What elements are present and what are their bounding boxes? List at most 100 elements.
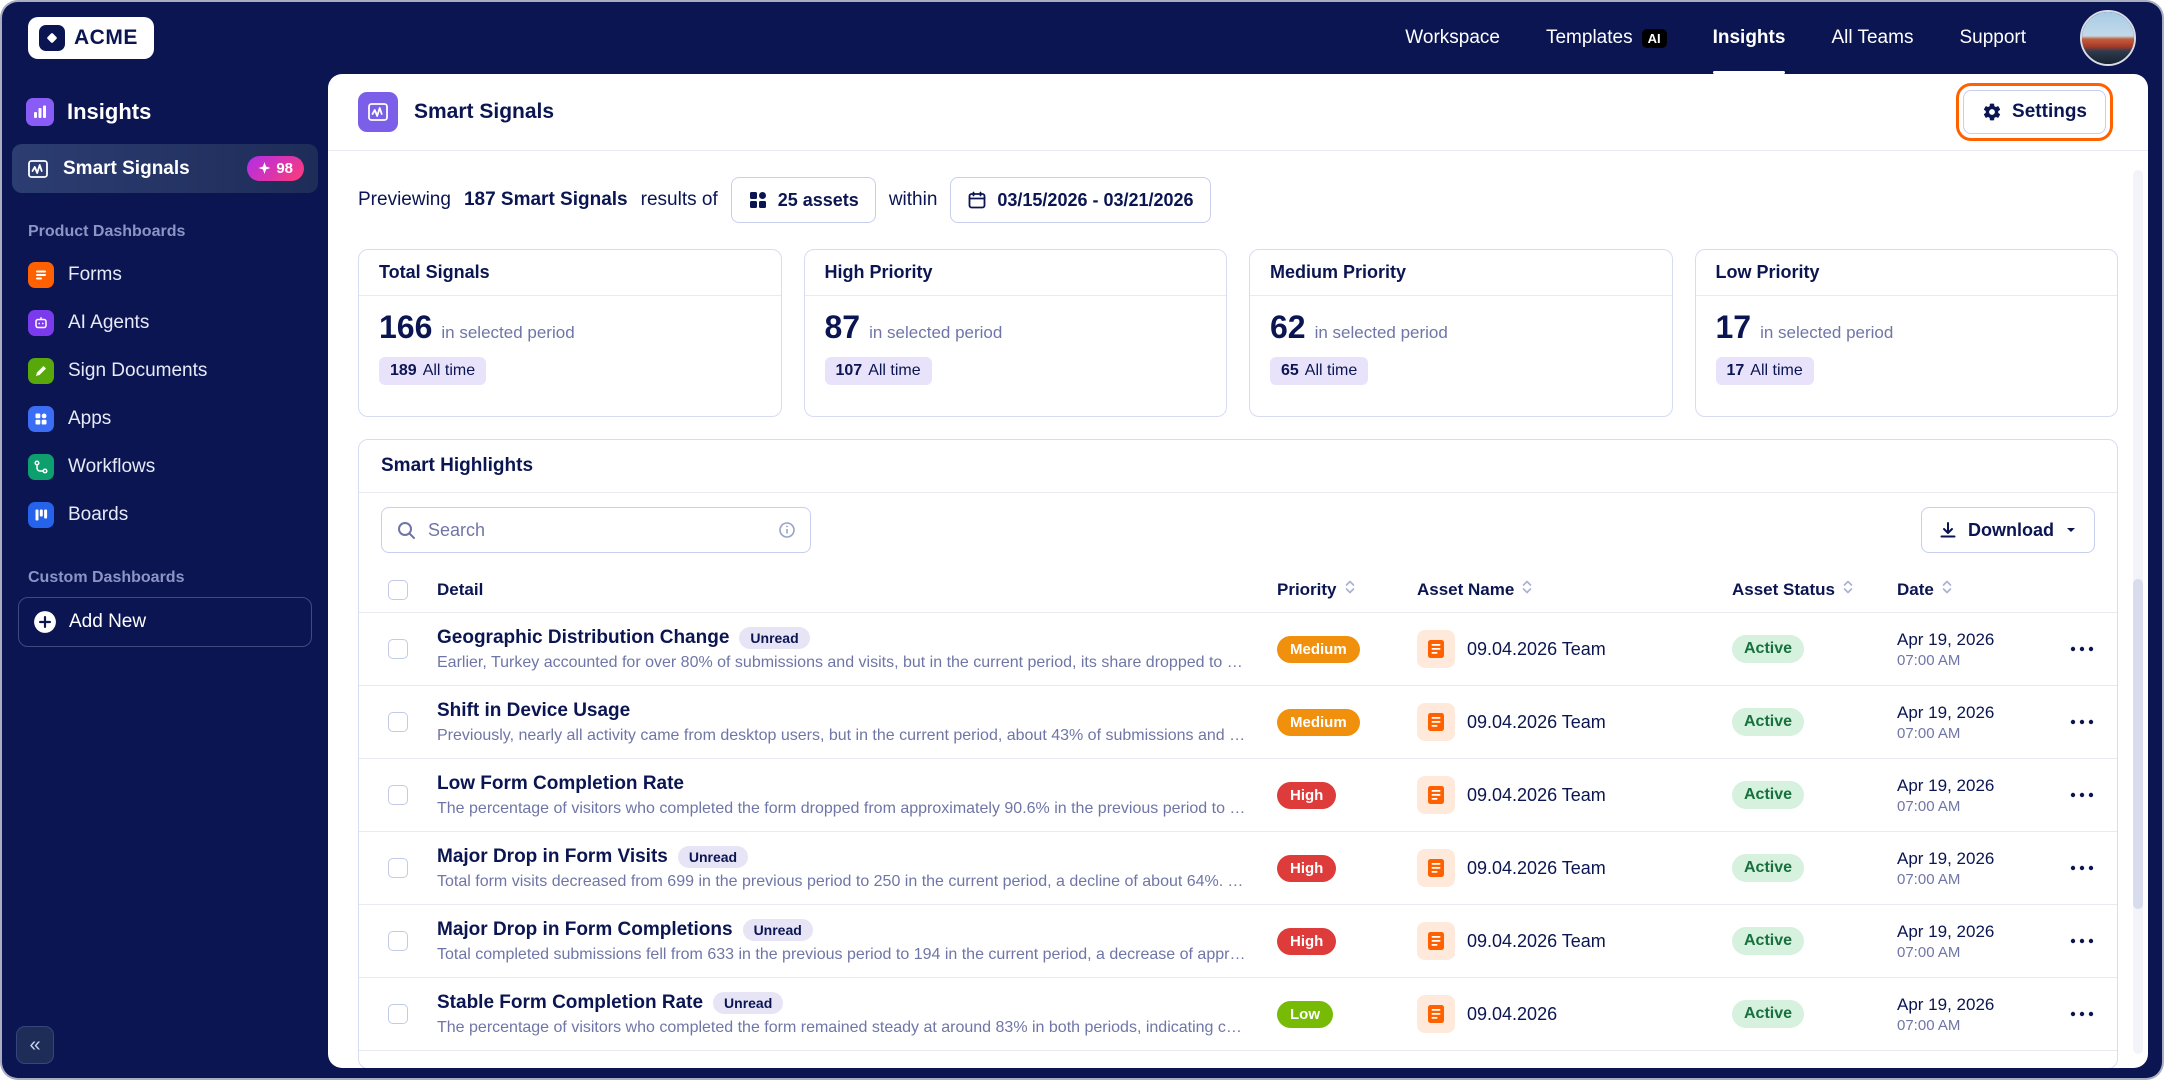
stat-card-body: 62 in selected period 65 All time (1250, 296, 1672, 401)
row-checkbox[interactable] (388, 712, 408, 732)
row-actions-cell (2047, 713, 2117, 731)
search-input[interactable] (426, 518, 768, 542)
assets-filter-label: 25 assets (777, 189, 859, 210)
asset-name: 09.04.2026 Team (1467, 930, 1606, 951)
status-badge: Active (1732, 781, 1805, 809)
asset-cell: 09.04.2026 Team (1417, 922, 1732, 960)
signal-detail-cell: Geographic Distribution Change Unread Earl… (437, 626, 1277, 672)
stats-row: Total Signals 166 in selected period 189 All… (328, 223, 2148, 417)
all-time-pill: 189 All time (379, 357, 487, 386)
signal-title-row: Major Drop in Form Visits Unread (437, 845, 1247, 868)
header-checkbox-cell (359, 579, 437, 600)
sort-icon (1344, 579, 1356, 600)
row-checkbox[interactable] (388, 785, 408, 805)
date-value: Apr 19, 2026 (1897, 702, 1995, 722)
status-cell: Active (1732, 854, 1897, 882)
date-value: Apr 19, 2026 (1897, 775, 1995, 795)
form-asset-icon (1417, 703, 1455, 741)
assets-grid-icon (748, 190, 768, 210)
signal-description: The percentage of visitors who completed… (437, 1018, 1247, 1036)
sidebar-item-sign-documents[interactable]: Sign Documents (12, 347, 318, 395)
signal-title: Geographic Distribution Change (437, 626, 730, 648)
workflows-icon (28, 454, 54, 480)
stat-card-body: 17 in selected period 17 All time (1696, 296, 2118, 401)
time-value: 07:00 AM (1897, 724, 1961, 742)
insights-icon (26, 98, 54, 126)
row-checkbox[interactable] (388, 1004, 408, 1024)
user-avatar[interactable] (2080, 10, 2136, 66)
sidebar-item-boards[interactable]: Boards (12, 491, 318, 539)
avatar-image (2082, 12, 2134, 64)
form-asset-icon (1417, 995, 1455, 1033)
table-row[interactable]: Major Drop in Form Visits Unread Total for… (359, 832, 2117, 905)
asset-cell: 09.04.2026 Team (1417, 703, 1732, 741)
table-row[interactable]: Stable Form Completion Rate Unread The per… (359, 978, 2117, 1051)
sidebar-collapse-button[interactable]: « (16, 1026, 54, 1064)
row-menu-button[interactable] (2064, 713, 2100, 731)
stat-period-label: in selected period (1314, 323, 1448, 342)
settings-button[interactable]: Settings (1956, 83, 2113, 141)
asset-name: 09.04.2026 Team (1467, 784, 1606, 805)
header-checkbox[interactable] (388, 579, 408, 600)
row-menu-button[interactable] (2064, 640, 2100, 658)
table-row[interactable]: Shift in Device Usage Previously, nearly … (359, 686, 2117, 759)
column-header-priority[interactable]: Priority (1277, 579, 1417, 600)
sidebar-item-label: AI Agents (68, 312, 150, 333)
download-button[interactable]: Download (1921, 507, 2095, 553)
assets-filter-button[interactable]: 25 assets (730, 177, 876, 223)
add-new-button[interactable]: Add New (18, 597, 312, 647)
nav-item-insights[interactable]: Insights (1712, 2, 1785, 74)
all-time-label: All time (422, 362, 476, 380)
priority-badge: High (1277, 927, 1337, 955)
scrollbar-thumb[interactable] (2133, 579, 2143, 909)
stat-card-high-priority: High Priority 87 in selected period 107 All … (803, 249, 1227, 417)
sidebar-item-ai-agents[interactable]: AI Agents (12, 299, 318, 347)
stat-period-label: in selected period (441, 323, 575, 342)
row-checkbox-cell (359, 858, 437, 878)
row-checkbox[interactable] (388, 931, 408, 951)
unread-badge: Unread (739, 626, 810, 649)
sidebar-item-apps[interactable]: Apps (12, 395, 318, 443)
stat-value: 87 (824, 309, 861, 345)
nav-item-templates[interactable]: Templates AI (1546, 2, 1667, 74)
sidebar-item-smart-signals[interactable]: Smart Signals 98 (12, 144, 318, 193)
asset-cell: 09.04.2026 (1417, 995, 1732, 1033)
column-header-asset-name[interactable]: Asset Name (1417, 579, 1732, 600)
search-box[interactable] (381, 507, 811, 553)
all-time-label: All time (868, 362, 921, 380)
acme-logo[interactable]: ACME (28, 17, 154, 59)
smart-highlights-title: Smart Highlights (359, 440, 2117, 493)
stat-card-title: High Priority (804, 250, 1226, 296)
nav-item-support[interactable]: Support (1959, 2, 2026, 74)
column-header-date[interactable]: Date (1897, 579, 2047, 600)
sidebar-item-workflows[interactable]: Workflows (12, 443, 318, 491)
sidebar-item-forms[interactable]: Forms (12, 251, 318, 299)
add-new-label: Add New (69, 611, 147, 632)
settings-button-label: Settings (2012, 101, 2087, 122)
top-bar: ACME Workspace Templates AI Insights All Tea… (2, 2, 2162, 74)
time-value: 07:00 AM (1897, 1016, 1961, 1034)
stat-card-low-priority: Low Priority 17 in selected period 17 All ti… (1694, 249, 2118, 417)
row-actions-cell (2047, 640, 2117, 658)
column-header-detail: Detail (437, 580, 1277, 600)
priority-badge: High (1277, 781, 1337, 809)
asset-name: 09.04.2026 Team (1467, 857, 1606, 878)
date-range-button[interactable]: 03/15/2026 - 03/21/2026 (950, 177, 1211, 223)
nav-item-all-teams[interactable]: All Teams (1831, 2, 1913, 74)
nav-item-workspace[interactable]: Workspace (1405, 2, 1500, 74)
row-menu-button[interactable] (2064, 786, 2100, 804)
row-checkbox[interactable] (388, 639, 408, 659)
table-row[interactable]: Major Drop in Form Completions Unread Tota… (359, 905, 2117, 978)
row-actions-cell (2047, 932, 2117, 950)
row-menu-button[interactable] (2064, 932, 2100, 950)
all-time-label: All time (1750, 362, 1803, 380)
table-row[interactable]: Geographic Distribution Change Unread Earl… (359, 613, 2117, 686)
column-header-asset-status[interactable]: Asset Status (1732, 579, 1897, 600)
search-icon (396, 520, 416, 540)
row-menu-button[interactable] (2064, 1005, 2100, 1023)
row-menu-button[interactable] (2064, 859, 2100, 877)
sort-icon (1521, 579, 1533, 600)
stat-card-total-signals: Total Signals 166 in selected period 189 All… (358, 249, 782, 417)
table-row[interactable]: Low Form Completion Rate The percentage o… (359, 759, 2117, 832)
row-checkbox[interactable] (388, 858, 408, 878)
